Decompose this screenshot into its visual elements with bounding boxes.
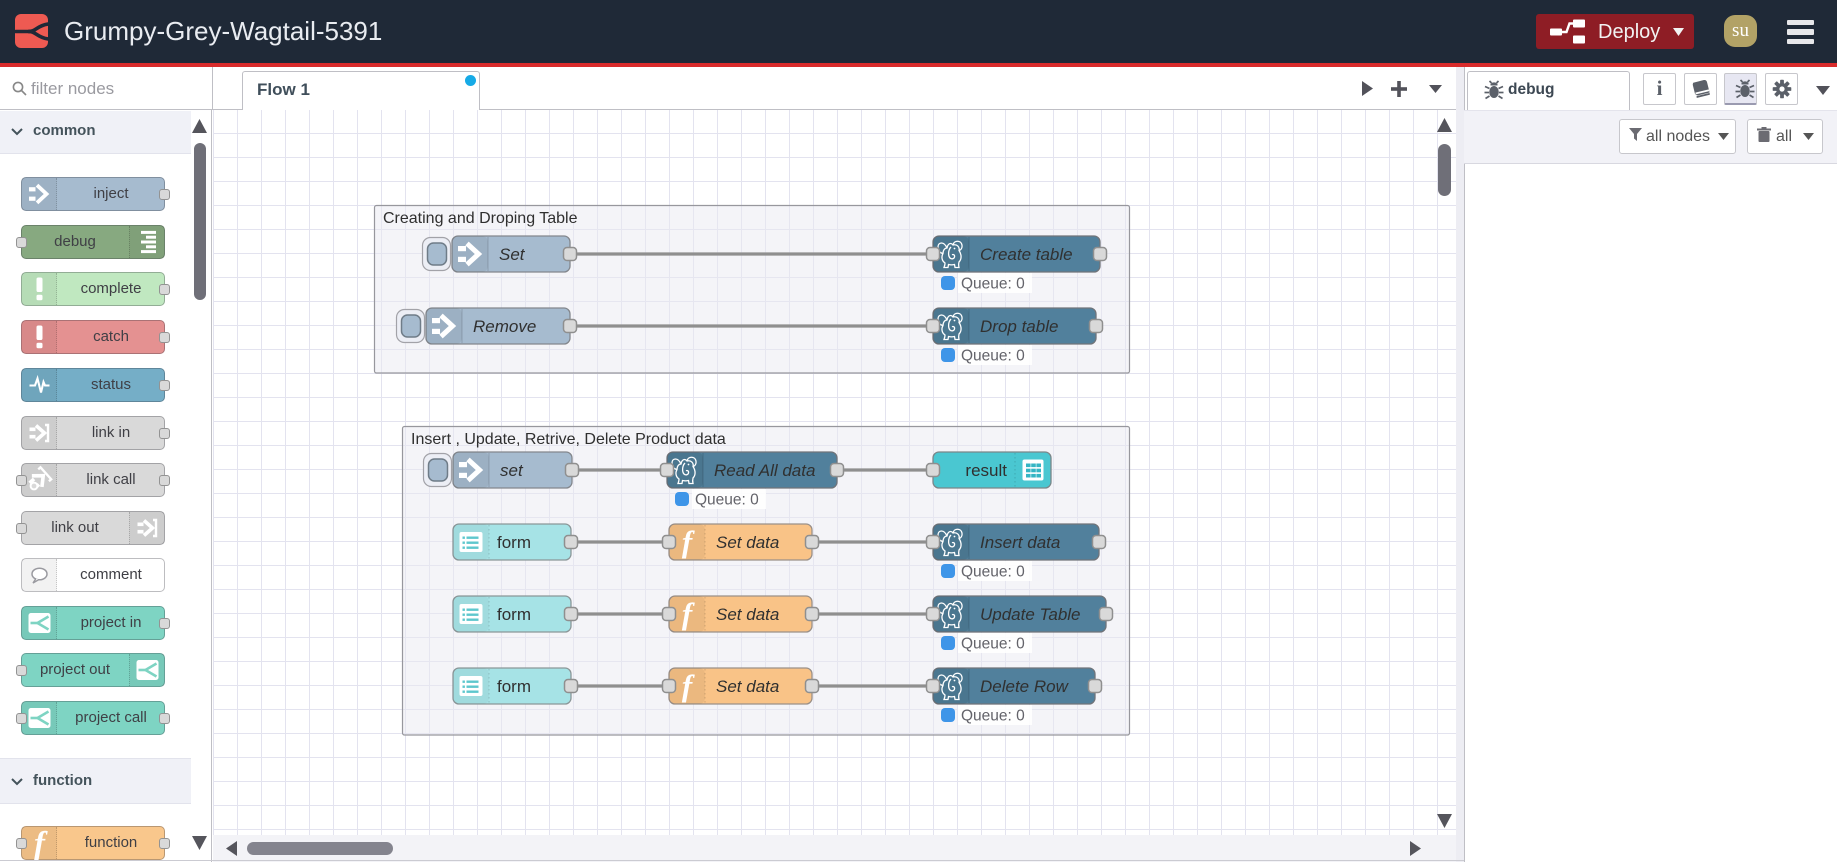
svg-text:Queue: 0: Queue: 0 [695, 492, 759, 509]
svg-text:form: form [497, 677, 531, 696]
svg-text:Insert , Update, Retrive, Dele: Insert , Update, Retrive, Delete Product… [411, 431, 726, 448]
svg-text:Set: Set [499, 245, 526, 264]
svg-text:Delete Row: Delete Row [980, 677, 1070, 696]
svg-text:Queue: 0: Queue: 0 [961, 708, 1025, 725]
svg-text:Remove: Remove [473, 317, 536, 336]
svg-text:Drop table: Drop table [980, 317, 1058, 336]
svg-text:Create table: Create table [980, 245, 1073, 264]
svg-text:Queue: 0: Queue: 0 [961, 636, 1025, 653]
svg-text:Queue: 0: Queue: 0 [961, 276, 1025, 293]
svg-text:result: result [965, 461, 1007, 480]
svg-text:Queue: 0: Queue: 0 [961, 564, 1025, 581]
svg-text:Update Table: Update Table [980, 605, 1081, 624]
svg-text:form: form [497, 605, 531, 624]
svg-text:Read All data: Read All data [714, 461, 815, 480]
svg-text:f: f [34, 827, 48, 861]
svg-text:Creating and Droping Table: Creating and Droping Table [383, 210, 578, 227]
svg-text:Queue: 0: Queue: 0 [961, 348, 1025, 365]
svg-text:form: form [497, 533, 531, 552]
svg-text:Insert data: Insert data [980, 533, 1060, 552]
svg-text:set: set [500, 461, 524, 480]
svg-text:Set data: Set data [716, 533, 779, 552]
svg-text:Set data: Set data [716, 605, 779, 624]
svg-text:Set data: Set data [716, 677, 779, 696]
